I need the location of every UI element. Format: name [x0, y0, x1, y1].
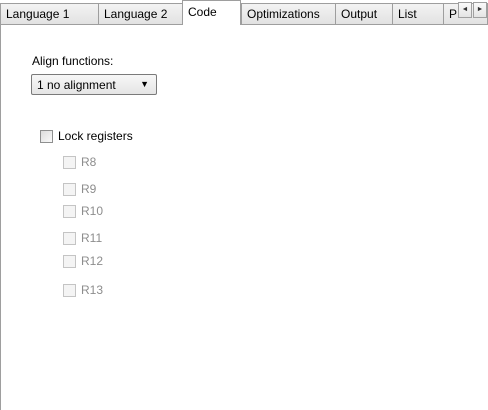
checkbox-label: R11: [81, 231, 103, 245]
checkbox-box[interactable]: [63, 156, 76, 169]
checkbox-label: R9: [81, 182, 97, 196]
arrow-left-icon: ◄: [461, 6, 469, 13]
tab-optimizations[interactable]: Optimizations: [241, 3, 335, 24]
tab-output[interactable]: Output: [335, 3, 392, 24]
align-functions-dropdown[interactable]: 1 no alignment ▼: [31, 74, 157, 95]
chevron-down-icon: ▼: [140, 79, 149, 89]
checkbox-box[interactable]: [40, 130, 53, 143]
checkbox-box[interactable]: [63, 205, 76, 218]
tab-language-2[interactable]: Language 2: [98, 3, 182, 24]
checkbox-box[interactable]: [63, 183, 76, 196]
tab-label: P: [449, 7, 458, 21]
tab-label: Language 2: [104, 7, 168, 21]
tab-code[interactable]: Code: [182, 0, 241, 25]
tab-language-1[interactable]: Language 1: [0, 3, 98, 24]
checkbox-label: Lock registers: [58, 129, 133, 143]
checkbox-label: R8: [81, 155, 97, 169]
dropdown-value: 1 no alignment: [37, 78, 116, 92]
tab-label: Code: [188, 5, 217, 19]
checkbox-box[interactable]: [63, 255, 76, 268]
tab-label: Output: [341, 7, 378, 21]
arrow-right-icon: ►: [476, 6, 484, 13]
checkbox-label: R10: [81, 204, 104, 218]
tab-label: Language 1: [6, 7, 70, 21]
tab-list[interactable]: List: [392, 3, 443, 24]
tab-scroll-left-button[interactable]: ◄: [458, 2, 472, 18]
align-functions-label: Align functions:: [32, 54, 114, 68]
tab-scroll-right-button[interactable]: ►: [473, 2, 487, 18]
checkbox-label: R13: [81, 283, 104, 297]
tab-label: List: [398, 7, 417, 21]
checkbox-box[interactable]: [63, 232, 76, 245]
tab-strip: Language 1 Language 2 Code Optimizations…: [0, 0, 488, 25]
checkbox-label: R12: [81, 254, 104, 268]
checkbox-box[interactable]: [63, 284, 76, 297]
tab-label: Optimizations: [247, 7, 320, 21]
